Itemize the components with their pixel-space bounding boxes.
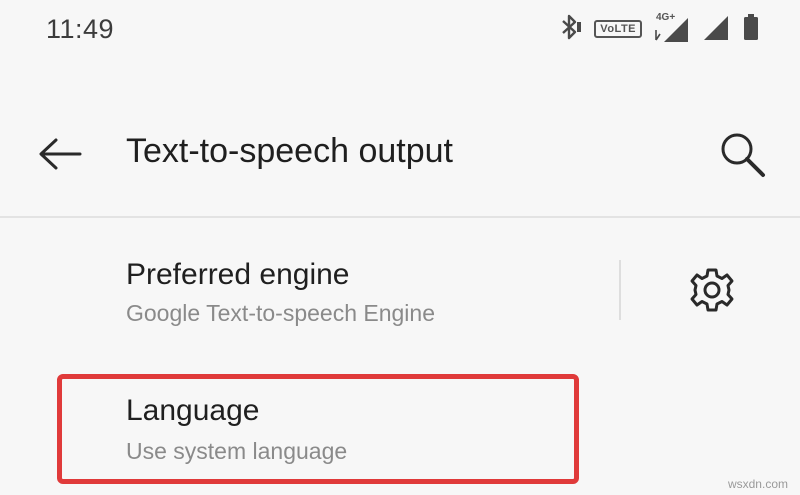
preferred-engine-summary: Google Text-to-speech Engine (126, 300, 435, 326)
volte-icon: VoLTE (594, 20, 642, 38)
status-icons: VoLTE 4G+ (558, 12, 760, 47)
status-time: 11:49 (46, 14, 115, 44)
page-title: Text-to-speech output (126, 132, 453, 170)
status-bar: 11:49 VoLTE 4G+ (0, 0, 800, 64)
preferred-engine-title: Preferred engine (126, 258, 350, 291)
arrow-back-icon (39, 138, 82, 170)
signal-icon (702, 12, 730, 47)
bluetooth-icon (558, 12, 582, 47)
search-button[interactable] (718, 130, 770, 182)
signal-4g-icon: 4G+ (654, 12, 690, 44)
battery-icon (742, 12, 760, 47)
app-bar-divider (0, 216, 800, 218)
app-bar: Text-to-speech output (0, 100, 800, 210)
row-separator (619, 260, 621, 320)
watermark: wsxdn.com (727, 477, 788, 491)
preferred-engine-row[interactable]: Preferred engine Google Text-to-speech E… (0, 240, 800, 350)
engine-settings-button[interactable] (686, 264, 738, 316)
back-button[interactable] (36, 134, 84, 174)
search-icon (721, 133, 765, 177)
highlight-annotation (57, 374, 579, 484)
gear-icon (690, 268, 734, 312)
